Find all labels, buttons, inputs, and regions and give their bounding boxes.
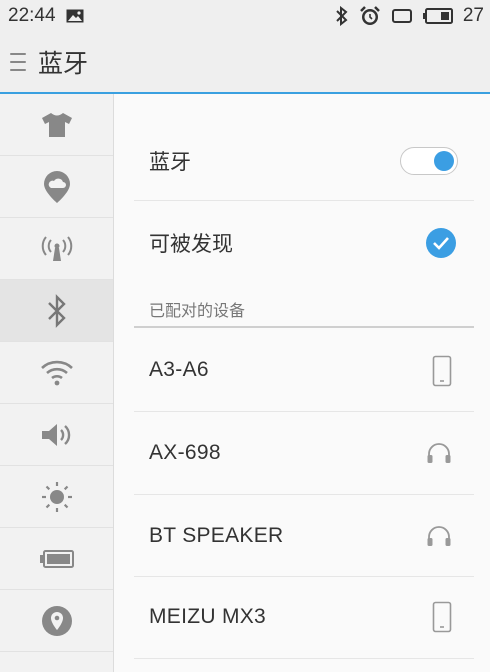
hotspot-icon xyxy=(41,235,72,261)
device-name: A3-A6 xyxy=(149,358,209,381)
bluetooth-toggle[interactable] xyxy=(400,147,458,175)
section-divider xyxy=(134,326,474,328)
volume-icon xyxy=(41,423,70,446)
sidebar-item-display[interactable] xyxy=(0,466,113,528)
sidebar-item-sound[interactable] xyxy=(0,404,113,466)
battery-percent: 27 xyxy=(462,5,484,26)
sidebar-item-location[interactable] xyxy=(0,590,113,652)
bluetooth-icon xyxy=(47,293,66,328)
headphones-icon[interactable] xyxy=(426,442,452,464)
sidebar-item-cloud[interactable] xyxy=(0,156,113,218)
divider xyxy=(134,494,474,495)
settings-sidebar xyxy=(0,94,114,672)
bluetooth-settings-panel: 蓝牙 可被发现 已配对的设备 A3-A6 AX-698 BT SPEAKER M… xyxy=(114,94,490,672)
headphones-icon[interactable] xyxy=(426,525,452,547)
app-bar: 蓝牙 xyxy=(0,32,490,92)
status-icons: 27 xyxy=(335,5,484,27)
paired-devices-header: 已配对的设备 xyxy=(149,301,246,320)
bluetooth-label: 蓝牙 xyxy=(149,150,191,174)
page-title: 蓝牙 xyxy=(38,49,89,78)
paired-device-row[interactable]: MEIZU MX3 xyxy=(114,586,490,648)
bluetooth-icon xyxy=(336,6,348,26)
status-time: 22:44 xyxy=(8,5,56,26)
battery-icon xyxy=(39,549,74,568)
device-name: AX-698 xyxy=(149,441,221,464)
phone-icon[interactable] xyxy=(432,355,452,387)
divider xyxy=(134,200,474,201)
paired-device-row[interactable]: A3-A6 xyxy=(114,339,490,401)
rotation-icon xyxy=(391,9,412,23)
theme-shirt-icon xyxy=(41,112,72,137)
sidebar-item-hotspot[interactable] xyxy=(0,218,113,280)
status-bar: 22:44 27 xyxy=(0,0,490,32)
location-icon xyxy=(41,605,72,636)
check-icon xyxy=(433,237,449,250)
discoverable-row[interactable]: 可被发现 xyxy=(114,212,490,274)
sidebar-item-wifi[interactable] xyxy=(0,342,113,404)
cloud-icon xyxy=(43,170,70,203)
divider xyxy=(134,411,474,412)
discoverable-label: 可被发现 xyxy=(149,232,233,256)
brightness-icon xyxy=(41,481,72,512)
battery-icon xyxy=(422,8,453,24)
bluetooth-toggle-row[interactable]: 蓝牙 xyxy=(114,130,490,192)
alarm-icon xyxy=(359,6,380,25)
device-name: BT SPEAKER xyxy=(149,524,284,547)
phone-icon[interactable] xyxy=(432,601,452,633)
menu-icon[interactable] xyxy=(10,53,26,71)
wifi-icon xyxy=(40,360,73,385)
sidebar-item-theme[interactable] xyxy=(0,94,113,156)
paired-device-row[interactable]: BT SPEAKER xyxy=(114,505,490,567)
paired-device-row[interactable]: AX-698 xyxy=(114,422,490,484)
device-name: MEIZU MX3 xyxy=(149,605,267,628)
sidebar-item-battery[interactable] xyxy=(0,528,113,590)
divider xyxy=(134,658,474,659)
divider xyxy=(134,576,474,577)
toggle-knob xyxy=(434,150,454,171)
sidebar-item-bluetooth[interactable] xyxy=(0,280,113,342)
discoverable-checkbox[interactable] xyxy=(426,228,456,258)
image-icon xyxy=(66,9,84,23)
